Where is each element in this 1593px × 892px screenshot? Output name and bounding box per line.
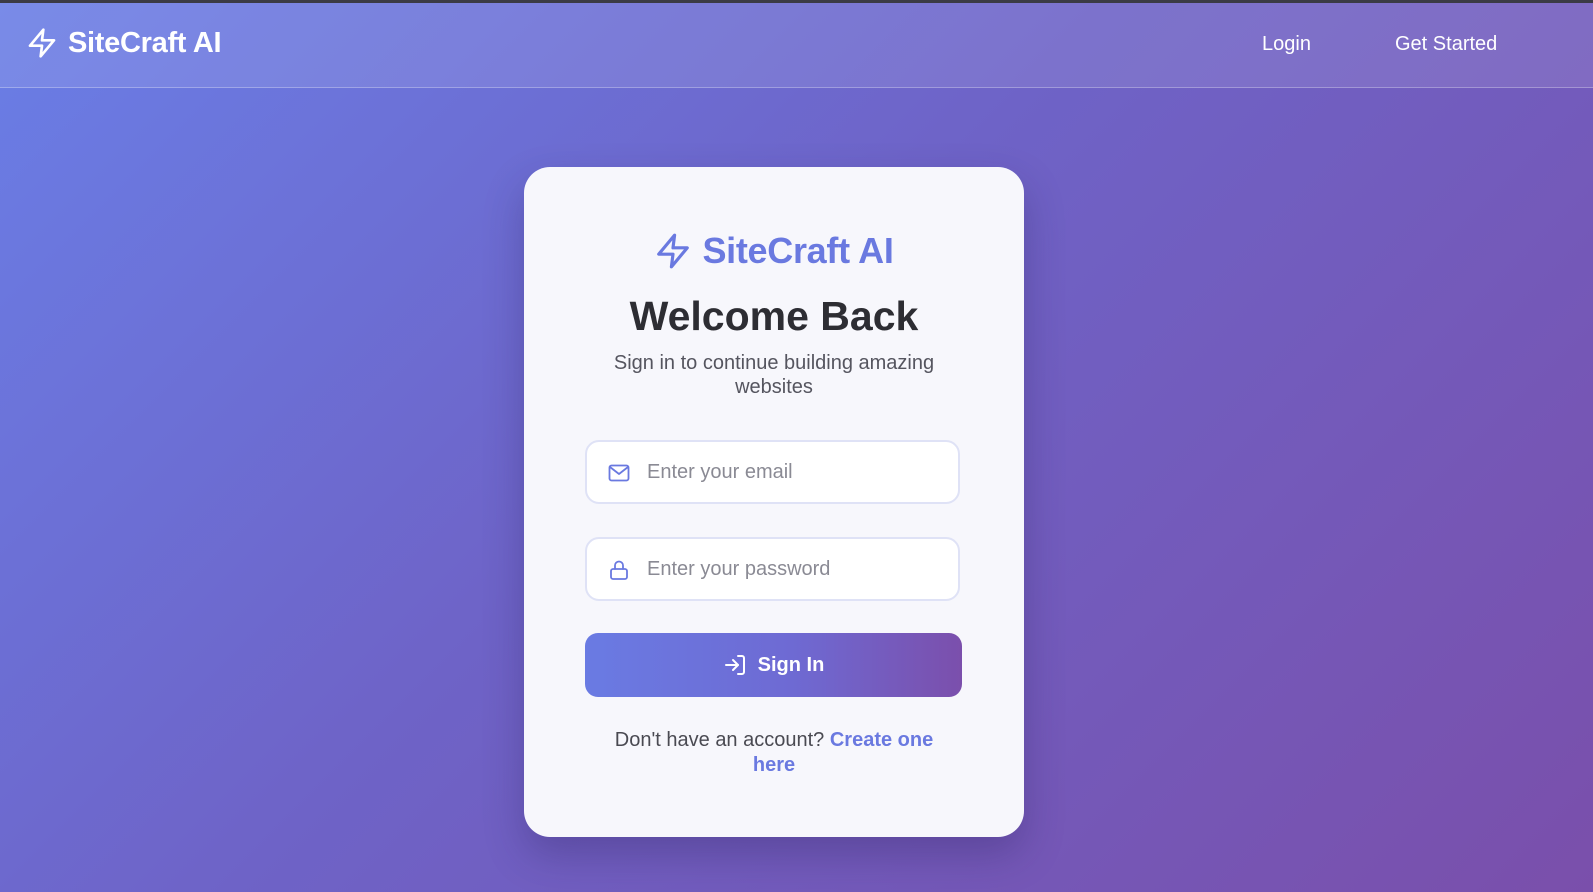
- page-title: Welcome Back: [629, 293, 919, 339]
- lightning-bolt-icon: [657, 233, 690, 269]
- signup-prompt-text: Don't have an account?: [614, 729, 825, 751]
- page-subtitle: Sign in to continue building amazing web…: [613, 352, 935, 398]
- navbar-brand[interactable]: SiteCraft AI: [26, 26, 222, 60]
- sign-in-button[interactable]: Sign In: [585, 633, 962, 697]
- email-input[interactable]: [647, 442, 947, 502]
- email-field[interactable]: [585, 440, 960, 504]
- signup-prompt: Don't have an account? Create one here: [594, 728, 954, 778]
- sign-in-icon: [724, 655, 745, 675]
- password-input[interactable]: [647, 539, 947, 599]
- navbar-brand-name: SiteCraft AI: [68, 26, 222, 59]
- nav-login-link[interactable]: Login: [1262, 33, 1311, 56]
- sign-in-label: Sign In: [757, 653, 825, 676]
- nav-get-started-link[interactable]: Get Started: [1395, 33, 1497, 56]
- password-field[interactable]: [585, 537, 960, 601]
- top-navbar: SiteCraft AI Login Get Started: [0, 3, 1593, 88]
- lock-icon: [610, 560, 628, 580]
- mail-icon: [608, 464, 630, 482]
- login-card: SiteCraft AI Welcome Back Sign in to con…: [524, 167, 1024, 837]
- lightning-bolt-icon: [28, 28, 56, 58]
- card-brand-name: SiteCraft AI: [702, 230, 894, 271]
- card-brand: SiteCraft AI: [524, 230, 1024, 272]
